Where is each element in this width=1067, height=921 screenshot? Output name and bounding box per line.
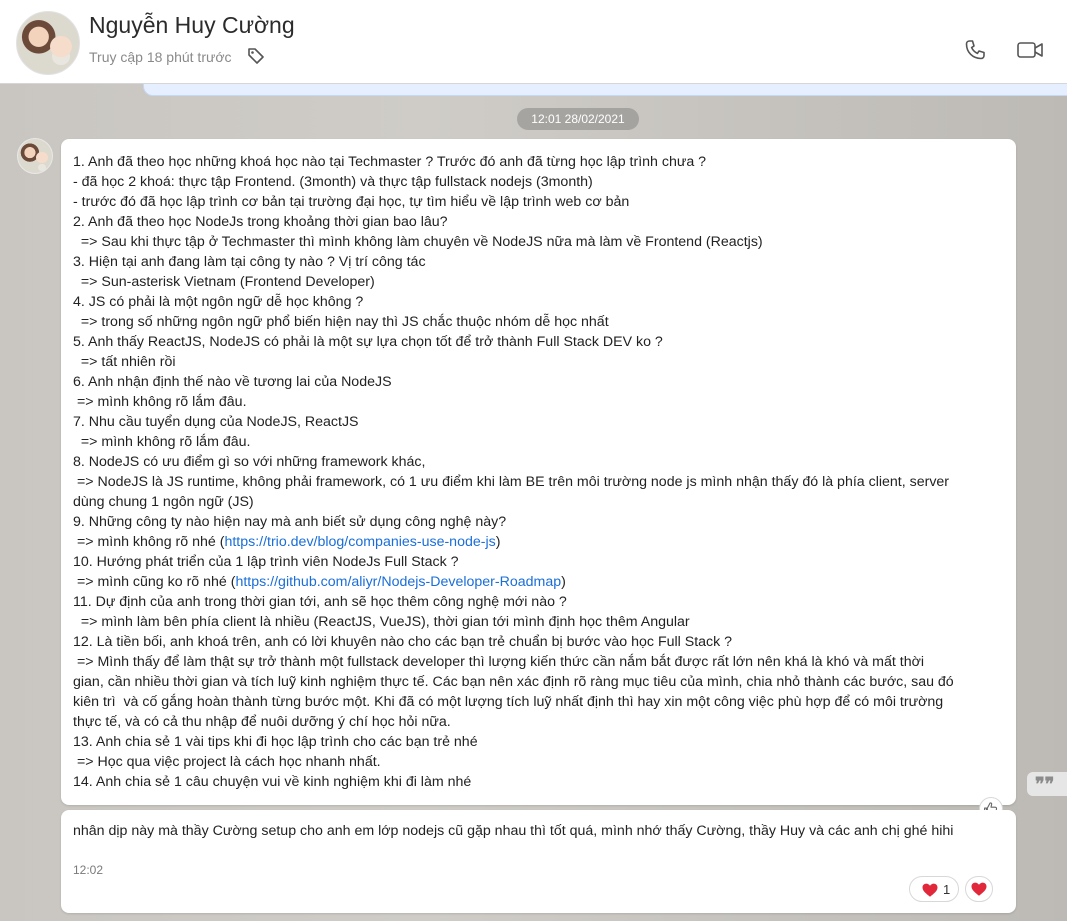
message-line: dùng chung 1 ngôn ngữ (JS)	[73, 494, 254, 510]
phone-icon[interactable]	[963, 38, 987, 62]
message-link[interactable]: https://github.com/aliyr/Nodejs-Develope…	[235, 574, 561, 590]
message-line: 7. Nhu cầu tuyển dụng của NodeJS, ReactJ…	[73, 414, 359, 430]
message-line: 9. Những công ty nào hiện nay mà anh biế…	[73, 514, 507, 530]
contact-avatar[interactable]	[16, 11, 80, 75]
message-line: 4. JS có phải là một ngôn ngữ dễ học khô…	[73, 294, 364, 310]
message-line: 11. Dự định của anh trong thời gian tới,…	[73, 594, 567, 610]
message-line: 6. Anh nhận định thế nào về tương lai củ…	[73, 374, 392, 390]
message-line: thực tế, và có cả thu nhập để nuôi dưỡng…	[73, 714, 451, 730]
message-bubble[interactable]: 1. Anh đã theo học những khoá học nào tạ…	[61, 139, 1016, 805]
message-text: 1. Anh đã theo học những khoá học nào tạ…	[73, 152, 1004, 532]
message-line: => Sun-asterisk Vietnam (Frontend Develo…	[73, 274, 375, 290]
video-camera-icon[interactable]	[1016, 38, 1044, 62]
message-line: => mình cũng ko rõ nhé (https://github.c…	[73, 574, 566, 590]
message-line: => NodeJS là JS runtime, không phải fram…	[73, 474, 950, 490]
message-line: => mình không rõ lắm đâu.	[73, 434, 251, 450]
time-separator: 12:01 28/02/2021	[517, 108, 639, 130]
message-text: 11. Dự định của anh trong thời gian tới,…	[73, 592, 1004, 792]
heart-icon	[971, 882, 987, 896]
quote-icon: ❞❞	[1035, 774, 1055, 795]
message-line: gian, cần nhiều thời gian và tích luỹ ki…	[73, 674, 954, 690]
message-line: - đã học 2 khoá: thực tập Frontend. (3mo…	[73, 174, 593, 190]
message-line: => mình làm bên phía client là nhiều (Re…	[73, 614, 690, 630]
message-line: 12. Là tiền bối, anh khoá trên, anh có l…	[73, 634, 733, 650]
message-line: 10. Hướng phát triển của 1 lập trình viê…	[73, 554, 459, 570]
message-line: 8. NodeJS có ưu điểm gì so với những fra…	[73, 454, 426, 470]
message-line: 14. Anh chia sẻ 1 câu chuyện vui về kinh…	[73, 774, 472, 790]
reaction-summary[interactable]: 1	[909, 876, 959, 902]
message-line: => tất nhiên rồi	[73, 354, 176, 370]
message-line: 2. Anh đã theo học NodeJs trong khoảng t…	[73, 214, 448, 230]
message-link[interactable]: https://trio.dev/blog/companies-use-node…	[224, 534, 495, 550]
message-line: => Sau khi thực tập ở Techmaster thì mìn…	[73, 234, 763, 250]
previous-message-bubble	[143, 84, 1067, 96]
message-text: nhân dịp này mà thầy Cường setup cho anh…	[73, 823, 954, 839]
heart-reaction-button[interactable]	[965, 876, 993, 902]
sender-avatar[interactable]	[17, 138, 53, 174]
message-line: 13. Anh chia sẻ 1 vài tips khi đi học lậ…	[73, 734, 478, 750]
message-line: => Học qua việc project là cách học nhan…	[73, 754, 381, 770]
last-seen-status: Truy cập 18 phút trước	[89, 49, 232, 65]
message-line: 3. Hiện tại anh đang làm tại công ty nào…	[73, 254, 426, 270]
message-bubble[interactable]: nhân dịp này mà thầy Cường setup cho anh…	[61, 810, 1016, 913]
message-line: 1. Anh đã theo học những khoá học nào tạ…	[73, 154, 707, 170]
contact-name[interactable]: Nguyễn Huy Cường	[89, 12, 295, 39]
message-line: 5. Anh thấy ReactJS, NodeJS có phải là m…	[73, 334, 663, 350]
message-line: => mình không rõ nhé (https://trio.dev/b…	[73, 534, 501, 550]
reaction-count: 1	[943, 882, 951, 897]
message-timestamp: 12:02	[73, 863, 104, 877]
quote-reply-button[interactable]: ❞❞	[1027, 772, 1067, 796]
message-line: => mình không rõ lắm đâu.	[73, 394, 247, 410]
message-line: - trước đó đã học lập trình cơ bản tại t…	[73, 194, 630, 210]
tag-icon[interactable]	[246, 46, 266, 66]
message-line: => trong số những ngôn ngữ phổ biến hiện…	[73, 314, 609, 330]
message-line: kiên trì và cố gắng hoàn thành từng bước…	[73, 694, 944, 710]
chat-header: Nguyễn Huy Cường Truy cập 18 phút trước	[0, 0, 1067, 84]
message-line: => Mình thấy để làm thật sự trở thành mộ…	[73, 654, 925, 670]
heart-icon	[922, 883, 938, 897]
